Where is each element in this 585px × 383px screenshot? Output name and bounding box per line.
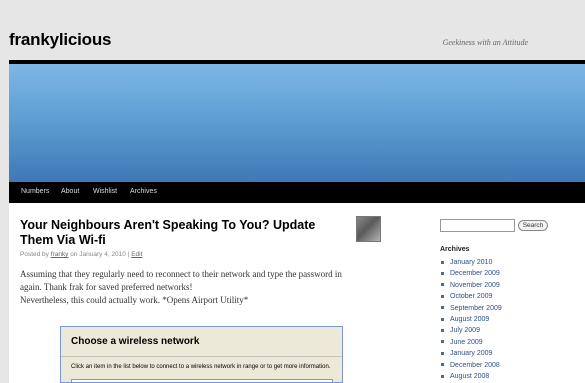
archive-item[interactable]: January 2009 — [441, 348, 502, 359]
bullet-icon — [441, 374, 444, 378]
archive-link[interactable]: December 2008 — [450, 362, 500, 369]
archive-item[interactable]: August 2009 — [441, 314, 502, 325]
bullet-icon — [441, 272, 444, 276]
archive-item[interactable]: December 2009 — [441, 268, 502, 279]
site-title[interactable]: frankylicious — [9, 30, 111, 50]
search-input[interactable] — [440, 219, 515, 232]
nav-item-numbers[interactable]: Numbers — [21, 188, 49, 195]
nav-item-archives[interactable]: Archives — [130, 188, 157, 195]
embedded-screenshot: Choose a wireless network Click an item … — [60, 326, 343, 383]
bullet-icon — [441, 260, 444, 264]
archive-item[interactable]: November 2009 — [441, 280, 502, 291]
bullet-icon — [441, 363, 444, 367]
archive-item[interactable]: July 2009 — [441, 325, 502, 336]
archive-link[interactable]: August 2008 — [450, 373, 489, 380]
header-banner — [9, 64, 585, 182]
bullet-icon — [441, 306, 444, 310]
archive-link[interactable]: August 2009 — [450, 316, 489, 323]
archive-item[interactable]: December 2008 — [441, 360, 502, 371]
archive-link[interactable]: January 2009 — [450, 350, 492, 357]
bullet-icon — [441, 294, 444, 298]
archive-item[interactable]: August 2008 — [441, 371, 502, 382]
archive-item[interactable]: June 2009 — [441, 337, 502, 348]
bullet-icon — [441, 317, 444, 321]
post-body: Assuming that they regularly need to rec… — [20, 268, 360, 307]
archive-link[interactable]: September 2009 — [450, 305, 502, 312]
edit-link[interactable]: Edit — [131, 251, 142, 258]
archive-link[interactable]: November 2009 — [450, 282, 500, 289]
post-date: on January 4, 2010 | — [70, 251, 130, 258]
post-meta: Posted by franky on January 4, 2010 | Ed… — [20, 251, 142, 258]
archive-link[interactable]: June 2009 — [450, 339, 483, 346]
archive-list: January 2010 December 2009 November 2009… — [441, 257, 502, 382]
meta-prefix: Posted by — [20, 251, 49, 258]
post-paragraph: Nevertheless, this could actually work. … — [20, 295, 249, 305]
nav-item-wishlist[interactable]: Wishlist — [93, 188, 117, 195]
post-paragraph: Assuming that they regularly need to rec… — [20, 269, 342, 292]
archive-link[interactable]: October 2009 — [450, 293, 492, 300]
site-tagline: Geekiness with an Attitude — [442, 38, 528, 47]
search-button[interactable]: Search — [518, 220, 548, 231]
archive-link[interactable]: July 2009 — [450, 327, 480, 334]
screenshot-title: Choose a wireless network — [71, 336, 200, 347]
nav-item-about[interactable]: About — [61, 188, 79, 195]
author-link[interactable]: franky — [51, 251, 69, 258]
bullet-icon — [441, 283, 444, 287]
screenshot-divider — [61, 356, 342, 357]
archive-link[interactable]: December 2009 — [450, 270, 500, 277]
bullet-icon — [441, 329, 444, 332]
bullet-icon — [441, 351, 444, 355]
screenshot-network-list — [71, 379, 333, 382]
archive-link[interactable]: January 2010 — [450, 259, 492, 266]
author-avatar — [356, 216, 381, 242]
archive-item[interactable]: January 2010 — [441, 257, 502, 268]
main-nav: Numbers About Wishlist Archives — [9, 182, 585, 203]
bullet-icon — [441, 340, 444, 344]
post-title[interactable]: Your Neighbours Aren't Speaking To You? … — [20, 218, 345, 248]
archive-item[interactable]: September 2009 — [441, 303, 502, 314]
archive-item[interactable]: October 2009 — [441, 291, 502, 302]
screenshot-description: Click an item in the list below to conne… — [71, 364, 331, 370]
archives-heading: Archives — [440, 246, 470, 253]
